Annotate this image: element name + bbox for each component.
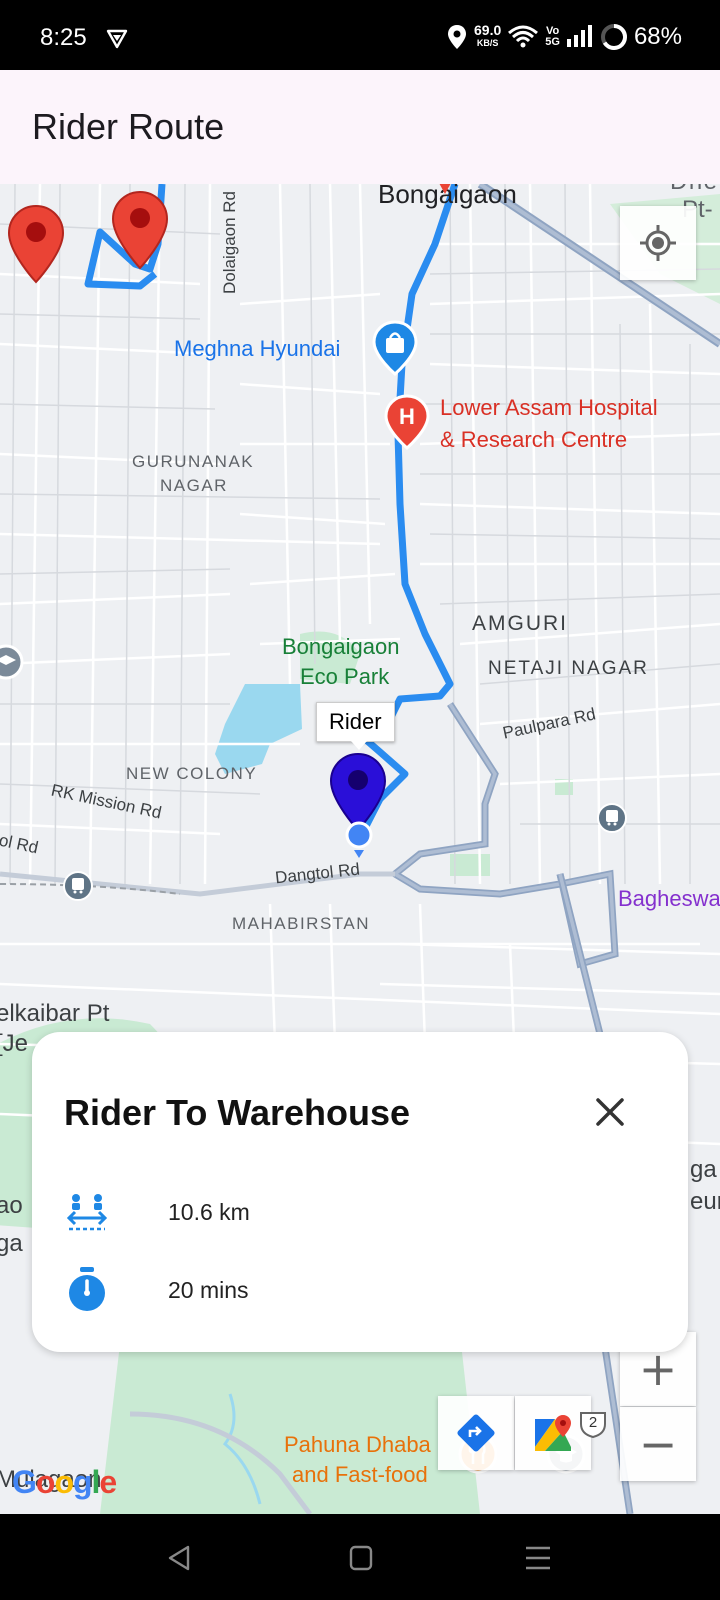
timer-icon (69, 1267, 105, 1311)
map-label-mahabirstan: MAHABIRSTAN (232, 914, 371, 933)
map-label-edge-top: Dhe (670, 184, 719, 196)
distance-row: 10.6 km (66, 1190, 646, 1234)
battery-percent: 68% (633, 23, 682, 50)
map-label-pahuna-line2: and Fast-food (292, 1462, 428, 1487)
home-icon[interactable] (348, 1544, 374, 1572)
train-station-icon[interactable] (596, 802, 628, 834)
map-label-edge-4: ga (0, 1230, 23, 1257)
rider-info-window: Rider (316, 702, 395, 750)
map-label-edge-1: elkaibar Pt (0, 1000, 110, 1027)
google-maps-icon (535, 1415, 571, 1451)
destination-marker-partial-icon[interactable] (430, 184, 460, 200)
page-title: Rider Route (32, 106, 225, 147)
distance-icon (66, 1194, 108, 1231)
map-label-new-colony: NEW COLONY (126, 764, 258, 783)
status-bar: 8:25 69.0 KB/S Vo 5G 68% (0, 0, 720, 70)
duration-value: 20 mins (168, 1276, 249, 1303)
svg-text:H: H (399, 404, 415, 429)
map-label-bagheswari: Bagheswa (618, 886, 720, 911)
signal-icon (566, 25, 592, 47)
my-location-button[interactable] (620, 206, 696, 280)
google-logo: Google (12, 1464, 117, 1500)
map-label-dolaigaon-rd: Dolaigaon Rd (220, 190, 239, 294)
volte-bottom: 5G (545, 36, 560, 48)
volte-indicator: Vo 5G (545, 26, 560, 48)
hospital-poi-icon[interactable]: H (384, 394, 430, 450)
map-label-edge-5: ga (690, 1156, 717, 1183)
red-location-marker[interactable] (6, 204, 66, 284)
route-card-title: Rider To Warehouse (64, 1092, 411, 1133)
directions-button[interactable] (438, 1396, 514, 1470)
map-label-gurunanak: GURUNANAK (132, 452, 255, 471)
status-icons: 69.0 KB/S Vo 5G 68% (446, 22, 682, 52)
map-label-hospital-line1: Lower Assam Hospital (440, 395, 658, 420)
close-icon[interactable] (590, 1092, 630, 1132)
minus-icon: − (638, 1417, 678, 1471)
highway-number: 2 (588, 1414, 598, 1431)
plus-icon: + (638, 1342, 678, 1396)
crosshair-icon (640, 225, 676, 261)
school-poi-icon[interactable] (0, 644, 24, 688)
status-time: 8:25 (40, 24, 87, 51)
map-label-amguri: AMGURI (472, 612, 568, 635)
map-label-edge-3: ao (0, 1192, 23, 1219)
highway-shield: 2 (578, 1410, 608, 1438)
network-speed: 69.0 KB/S (474, 22, 502, 50)
network-speed-value: 69.0 (474, 22, 502, 38)
battery-ring-icon (600, 24, 627, 50)
network-speed-unit: KB/S (476, 38, 499, 48)
rider-info-label: Rider (329, 709, 382, 734)
map-label-gurunanak-nagar: NAGAR (160, 476, 228, 495)
wifi-icon (508, 25, 539, 48)
map-label-hospital-line2: & Research Centre (440, 427, 628, 452)
directions-icon (457, 1414, 495, 1452)
map-label-eco-park-line2: Eco Park (300, 664, 390, 689)
distance-value: 10.6 km (168, 1198, 250, 1225)
map-label-edge-6: eur (690, 1188, 720, 1215)
location-icon (448, 25, 467, 49)
shopping-bag-poi-icon[interactable] (372, 320, 418, 376)
map-label-eco-park-line1: Bongaigaon (282, 634, 400, 659)
route-info-card: Rider To Warehouse 10.6 km 20 mins (32, 1032, 688, 1352)
map-label-edge-2: [Je (0, 1030, 29, 1057)
red-location-marker-2[interactable] (110, 190, 170, 270)
map-label-netaji-nagar: NETAJI NAGAR (488, 658, 649, 679)
app-bar: Rider Route (0, 70, 720, 184)
duration-row: 20 mins (66, 1266, 646, 1314)
map-label-pahuna-line1: Pahuna Dhaba (284, 1432, 431, 1457)
menu-icon[interactable] (524, 1544, 552, 1572)
back-icon[interactable] (166, 1544, 192, 1572)
my-location-dot-icon (345, 821, 373, 858)
train-station-icon-2[interactable] (62, 870, 94, 902)
zoom-out-button[interactable]: − (620, 1407, 696, 1481)
map-label-meghna-hyundai: Meghna Hyundai (174, 336, 341, 361)
system-navigation-bar (0, 1514, 720, 1600)
vpn-icon (106, 29, 128, 49)
